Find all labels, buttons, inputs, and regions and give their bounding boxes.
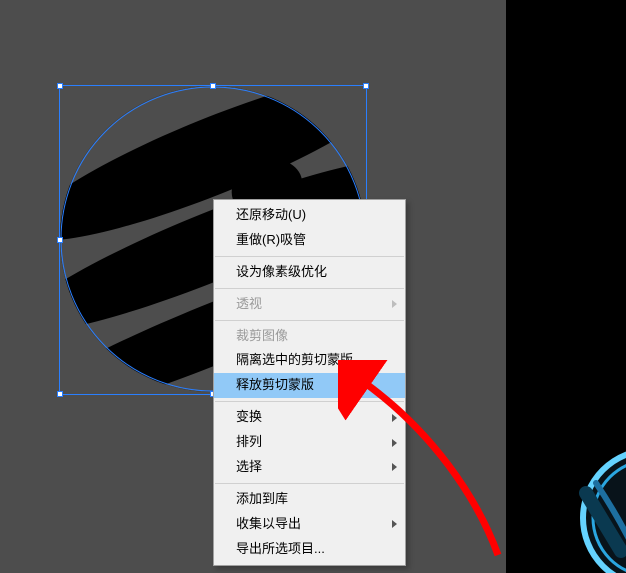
chevron-right-icon	[392, 300, 397, 308]
menu-item[interactable]: 排列	[214, 430, 405, 455]
menu-item[interactable]: 收集以导出	[214, 512, 405, 537]
menu-item-label: 选择	[236, 459, 262, 474]
menu-item[interactable]: 还原移动(U)	[214, 203, 405, 228]
menu-separator	[215, 483, 404, 484]
menu-separator	[215, 288, 404, 289]
handle-bottom-left[interactable]	[57, 391, 63, 397]
menu-item-label: 隔离选中的剪切蒙版	[236, 352, 353, 367]
handle-middle-left[interactable]	[57, 237, 63, 243]
chevron-right-icon	[392, 439, 397, 447]
menu-item-label: 设为像素级优化	[236, 264, 327, 279]
menu-item[interactable]: 添加到库	[214, 487, 405, 512]
menu-item[interactable]: 选择	[214, 455, 405, 480]
menu-separator	[215, 320, 404, 321]
menu-item-label: 透视	[236, 296, 262, 311]
menu-item-label: 重做(R)吸管	[236, 232, 306, 247]
side-black-panel	[506, 0, 626, 573]
menu-item[interactable]: 导出所选项目...	[214, 537, 405, 562]
handle-top-middle[interactable]	[210, 83, 216, 89]
menu-item-label: 添加到库	[236, 491, 288, 506]
menu-item[interactable]: 重做(R)吸管	[214, 228, 405, 253]
menu-item-label: 释放剪切蒙版	[236, 377, 314, 392]
menu-item: 透视	[214, 292, 405, 317]
chevron-right-icon	[392, 463, 397, 471]
menu-item-label: 导出所选项目...	[236, 541, 325, 556]
menu-item[interactable]: 释放剪切蒙版	[214, 373, 405, 398]
handle-top-left[interactable]	[57, 83, 63, 89]
chevron-right-icon	[392, 520, 397, 528]
handle-top-right[interactable]	[363, 83, 369, 89]
menu-item[interactable]: 变换	[214, 405, 405, 430]
chevron-right-icon	[392, 414, 397, 422]
menu-separator	[215, 256, 404, 257]
menu-separator	[215, 401, 404, 402]
menu-item[interactable]: 隔离选中的剪切蒙版	[214, 348, 405, 373]
menu-item: 裁剪图像	[214, 324, 405, 349]
menu-item-label: 排列	[236, 434, 262, 449]
corner-art	[566, 433, 626, 573]
menu-item-label: 还原移动(U)	[236, 207, 306, 222]
menu-item[interactable]: 设为像素级优化	[214, 260, 405, 285]
menu-item-label: 变换	[236, 409, 262, 424]
menu-item-label: 收集以导出	[236, 516, 301, 531]
menu-item-label: 裁剪图像	[236, 328, 288, 343]
context-menu[interactable]: 还原移动(U) 重做(R)吸管设为像素级优化透视裁剪图像隔离选中的剪切蒙版释放剪切…	[213, 199, 406, 566]
